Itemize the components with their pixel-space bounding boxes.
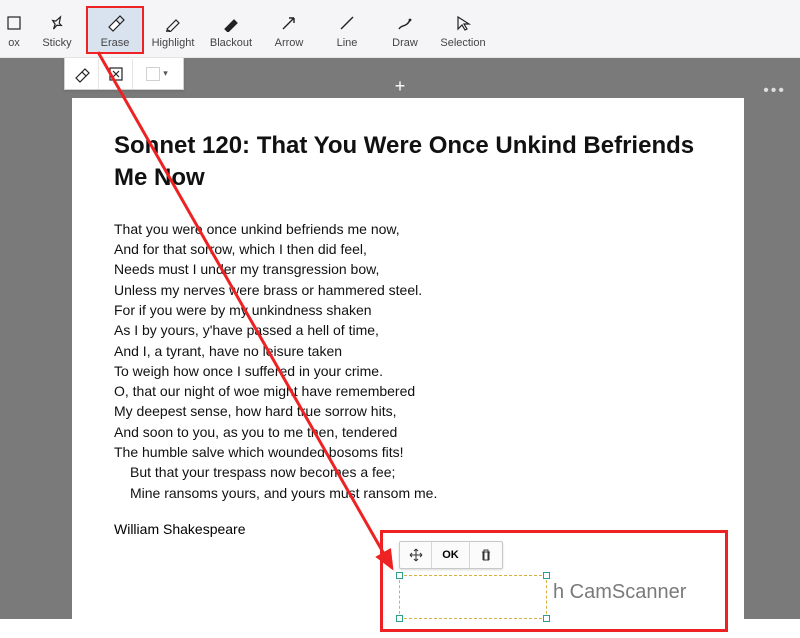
color-swatch (146, 67, 160, 81)
toolbar-box-partial[interactable]: ox (0, 6, 28, 54)
poem-line: Needs must I under my transgression bow, (114, 259, 702, 279)
sub-color-dropdown[interactable]: ▾ (133, 59, 181, 89)
poem-line: And soon to you, as you to me then, tend… (114, 422, 702, 442)
canvas-area: + ••• Sonnet 120: That You Were Once Unk… (0, 58, 800, 619)
page-more-menu[interactable]: ••• (763, 82, 786, 100)
poem-line: As I by yours, y'have passed a hell of t… (114, 320, 702, 340)
resize-handle[interactable] (543, 572, 550, 579)
erase-delete-button[interactable] (470, 542, 502, 568)
poem-line: My deepest sense, how hard true sorrow h… (114, 401, 702, 421)
poem-line: But that your trespass now becomes a fee… (114, 462, 702, 482)
poem-line: O, that our night of woe might have reme… (114, 381, 702, 401)
cursor-icon (452, 12, 474, 34)
sub-erase-icon[interactable] (65, 59, 99, 89)
erase-ok-button[interactable]: OK (432, 542, 470, 568)
line-icon (336, 12, 358, 34)
toolbar-line[interactable]: Line (318, 6, 376, 54)
poem-line: The humble salve which wounded bosoms fi… (114, 442, 702, 462)
watermark-text: h CamScanner (553, 581, 686, 604)
erase-selection-box[interactable] (399, 575, 547, 619)
add-page-button[interactable]: + (395, 76, 406, 97)
erase-icon (104, 12, 126, 34)
box-icon (3, 12, 25, 34)
arrow-icon (278, 12, 300, 34)
poem-line: Unless my nerves were brass or hammered … (114, 280, 702, 300)
main-toolbar: ox Sticky Erase Highlight Blackout Arrow (0, 0, 800, 58)
poem-line: For if you were by my unkindness shaken (114, 300, 702, 320)
toolbar-arrow[interactable]: Arrow (260, 6, 318, 54)
toolbar-highlight[interactable]: Highlight (144, 6, 202, 54)
toolbar-erase[interactable]: Erase (86, 6, 144, 54)
resize-handle[interactable] (396, 572, 403, 579)
erase-move-handle[interactable] (400, 542, 432, 568)
pin-icon (46, 12, 68, 34)
document-title: Sonnet 120: That You Were Once Unkind Be… (114, 130, 702, 195)
erase-popup-controls: OK (399, 541, 503, 569)
sub-clear-icon[interactable] (99, 59, 133, 89)
poem-line: To weigh how once I suffered in your cri… (114, 361, 702, 381)
poem-line: And I, a tyrant, have no leisure taken (114, 341, 702, 361)
toolbar-selection[interactable]: Selection (434, 6, 492, 54)
poem-line: That you were once unkind befriends me n… (114, 219, 702, 239)
erase-callout-box: OK h CamScanner (380, 530, 728, 632)
highlight-icon (162, 12, 184, 34)
poem-body: That you were once unkind befriends me n… (114, 219, 702, 503)
toolbar-sticky[interactable]: Sticky (28, 6, 86, 54)
poem-line: Mine ransoms yours, and yours must ranso… (114, 483, 702, 503)
toolbar-blackout[interactable]: Blackout (202, 6, 260, 54)
poem-line: And for that sorrow, which I then did fe… (114, 239, 702, 259)
toolbar-draw[interactable]: Draw (376, 6, 434, 54)
erase-sub-toolbar: ▾ (64, 58, 184, 90)
draw-icon (394, 12, 416, 34)
blackout-icon (220, 12, 242, 34)
chevron-down-icon: ▾ (163, 68, 168, 79)
